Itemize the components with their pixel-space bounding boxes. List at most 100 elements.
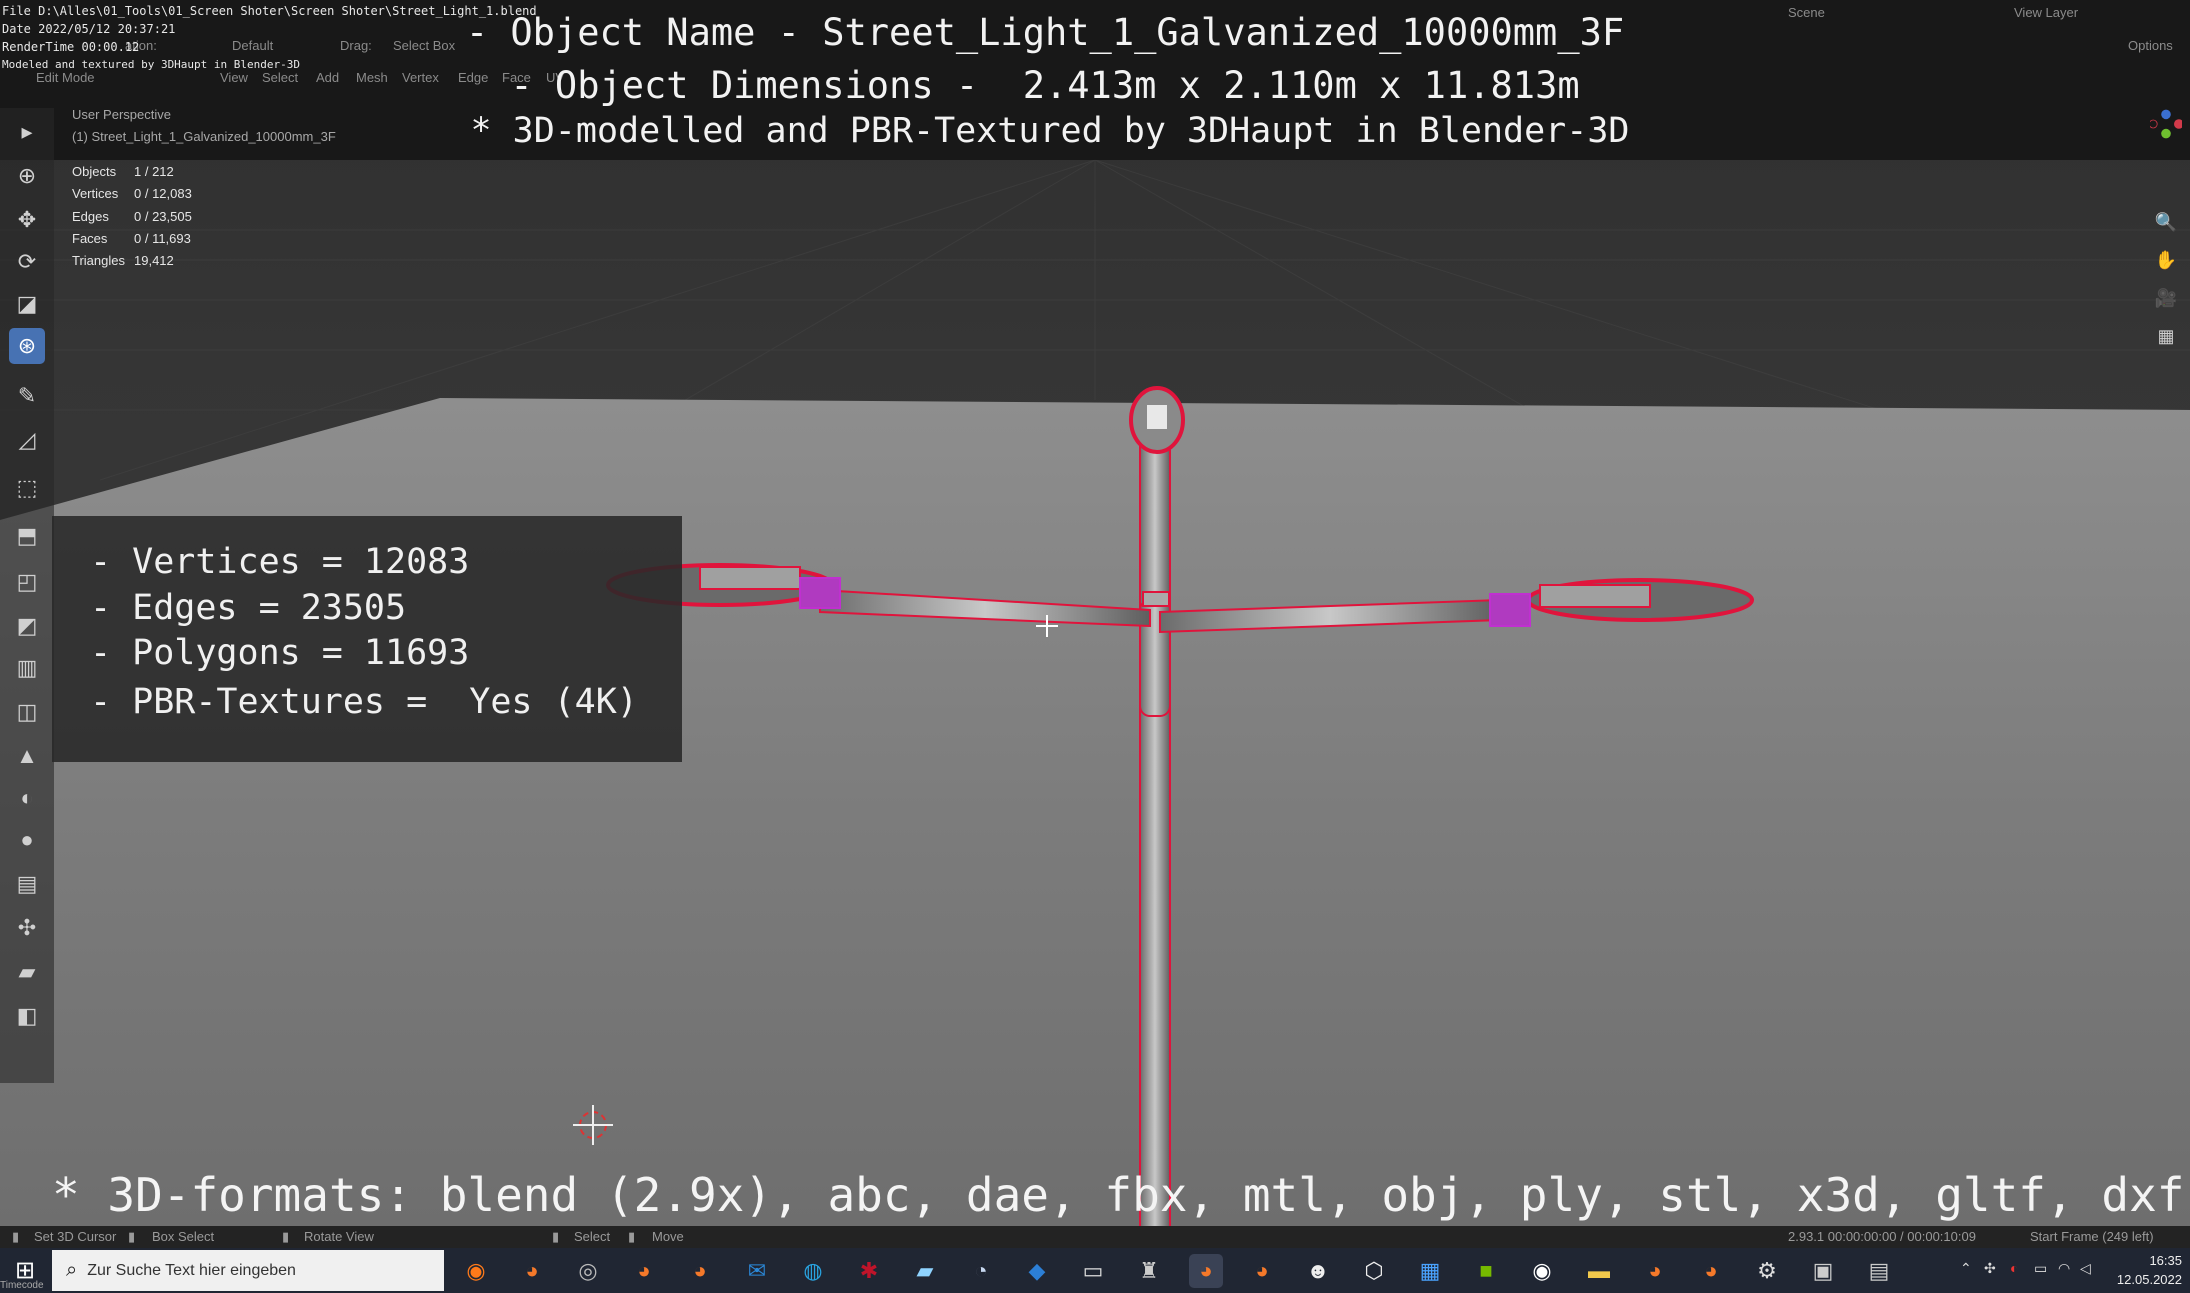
- stat-row: Triangles 19,412: [72, 250, 192, 272]
- mouse-move-icon: ▮: [628, 1229, 636, 1244]
- zoom-icon[interactable]: 🔍: [2150, 206, 2182, 238]
- rotate-tool-icon[interactable]: ⟳: [9, 244, 45, 280]
- transform-tool-icon[interactable]: ⊛: [9, 328, 45, 364]
- stat-row: Edges 0 / 23,505: [72, 206, 192, 228]
- calendar-icon[interactable]: ▦: [1413, 1254, 1447, 1288]
- stat-value: 0 / 12,083: [134, 186, 192, 202]
- textures-line: - PBR-Textures = Yes (4K): [90, 682, 638, 722]
- steam-like-icon[interactable]: ◎: [571, 1254, 605, 1288]
- loop-cut-tool-icon[interactable]: ▥: [9, 650, 45, 686]
- frame-info: Start Frame (249 left): [2030, 1229, 2154, 1244]
- add-cube-tool-icon[interactable]: ⬚: [9, 470, 45, 506]
- annotate-tool-icon[interactable]: ✎: [9, 378, 45, 414]
- stats-overlay: Objects 1 / 212 Vertices 0 / 12,083 Edges 0…: [72, 161, 192, 272]
- smooth-tool-icon[interactable]: ●: [9, 822, 45, 858]
- blender-icon[interactable]: ◕: [1694, 1254, 1728, 1288]
- stat-row: Faces 0 / 11,693: [72, 228, 192, 250]
- edge-browser-icon[interactable]: ◍: [796, 1254, 830, 1288]
- clock[interactable]: 16:35 12.05.2022: [2117, 1251, 2182, 1289]
- stat-value: 0 / 11,693: [134, 230, 191, 246]
- obs-icon[interactable]: ◉: [1525, 1254, 1559, 1288]
- ortho-grid-icon[interactable]: ▦: [2150, 320, 2182, 352]
- active-object-label: (1) Street_Light_1_Galvanized_10000mm_3F: [72, 129, 336, 144]
- mouse-right-icon: ▮: [552, 1229, 560, 1244]
- mouse-left-icon: ▮: [12, 1229, 20, 1244]
- hint-set-cursor: Set 3D Cursor: [34, 1229, 117, 1244]
- terminal-icon[interactable]: ▭: [1076, 1254, 1110, 1288]
- blender-icon[interactable]: ◕: [683, 1254, 717, 1288]
- blender-icon[interactable]: ◕: [1189, 1254, 1223, 1288]
- navigation-gizmo: 🔍 ✋ 🎥 ▦: [2130, 100, 2190, 360]
- stat-row: Vertices 0 / 12,083: [72, 183, 192, 205]
- chevron-up-icon[interactable]: ⌃: [1960, 1260, 1972, 1277]
- stat-value: 0 / 23,505: [134, 208, 192, 224]
- blender-icon[interactable]: ◕: [515, 1254, 549, 1288]
- hint-rotate-view: Rotate View: [304, 1229, 374, 1244]
- document-icon[interactable]: ▤: [1862, 1254, 1896, 1288]
- axis-gizmo-icon[interactable]: [2150, 108, 2182, 140]
- game-icon[interactable]: ♜: [1132, 1254, 1166, 1288]
- wifi-icon[interactable]: ◠: [2058, 1260, 2070, 1277]
- hint-move: Move: [652, 1229, 684, 1244]
- extrude-tool-icon[interactable]: ⬒: [9, 518, 45, 554]
- paint-icon[interactable]: ◔: [964, 1254, 998, 1288]
- stat-label: Vertices: [72, 186, 119, 202]
- panda-icon[interactable]: ☻: [1301, 1254, 1335, 1288]
- search-icon: ⌕: [66, 1259, 78, 1281]
- viewport-info: User Perspective (1) Street_Light_1_Galv…: [72, 104, 336, 148]
- shrink-tool-icon[interactable]: ✣: [9, 910, 45, 946]
- clock-time: 16:35: [2149, 1253, 2182, 1268]
- system-tray: ⌃ ✣ ◐ ▭ ◠ ◁ 16:35 12.05.2022: [1960, 1248, 2190, 1293]
- select-tool-icon[interactable]: ▸: [9, 114, 45, 150]
- red-app-icon[interactable]: ✱: [852, 1254, 886, 1288]
- network-app-icon[interactable]: ▣: [1806, 1254, 1840, 1288]
- rip-tool-icon[interactable]: ◧: [9, 998, 45, 1034]
- perspective-label: User Perspective: [72, 107, 171, 122]
- clock-date: 12.05.2022: [2116, 1272, 2182, 1287]
- timecode-label: Timecode: [0, 1280, 44, 1291]
- antivirus-icon[interactable]: ◐: [2010, 1260, 2018, 1276]
- nvidia-icon[interactable]: ■: [1469, 1254, 1503, 1288]
- version-info: 2.93.1 00:00:00:00 / 00:00:10:09: [1788, 1229, 1976, 1244]
- firefox-icon[interactable]: ◉: [459, 1254, 493, 1288]
- edge-slide-tool-icon[interactable]: ▤: [9, 866, 45, 902]
- stat-row: Objects 1 / 212: [72, 161, 192, 183]
- poly-build-tool-icon[interactable]: ▲: [9, 738, 45, 774]
- mouse-drag-icon: ▮: [128, 1229, 136, 1244]
- battery-icon[interactable]: ▭: [2034, 1260, 2047, 1277]
- notes-icon[interactable]: ▰: [908, 1254, 942, 1288]
- mail-icon[interactable]: ✉: [740, 1254, 774, 1288]
- knife-tool-icon[interactable]: ◫: [9, 694, 45, 730]
- stat-label: Edges: [72, 208, 109, 224]
- taskbar-search-input[interactable]: ⌕ Zur Suche Text hier eingeben: [52, 1250, 444, 1291]
- camera-view-icon[interactable]: 🎥: [2150, 282, 2182, 314]
- shear-tool-icon[interactable]: ▰: [9, 954, 45, 990]
- move-tool-icon[interactable]: ✥: [9, 202, 45, 238]
- mesh-info-box: - Vertices = 12083 - Edges = 23505 - Pol…: [52, 516, 682, 762]
- cube-icon[interactable]: ⬡: [1357, 1254, 1391, 1288]
- folder-icon[interactable]: ▬: [1582, 1254, 1616, 1288]
- formats-overlay: * 3D-formats: blend (2.9x), abc, dae, fb…: [52, 1168, 2185, 1222]
- inset-tool-icon[interactable]: ◰: [9, 564, 45, 600]
- pan-hand-icon[interactable]: ✋: [2150, 244, 2182, 276]
- store-icon[interactable]: ◆: [1020, 1254, 1054, 1288]
- blender-icon[interactable]: ◕: [1245, 1254, 1279, 1288]
- hint-box-select: Box Select: [152, 1229, 215, 1244]
- hint-select: Select: [574, 1229, 611, 1244]
- cursor-tool-icon[interactable]: ⊕: [9, 158, 45, 194]
- blender-icon[interactable]: ◕: [627, 1254, 661, 1288]
- spin-tool-icon[interactable]: ◐: [9, 780, 45, 816]
- blender-icon[interactable]: ◕: [1638, 1254, 1672, 1288]
- stat-label: Triangles: [72, 253, 125, 269]
- object-name-line: - Object Name - Street_Light_1_Galvanize…: [465, 11, 1625, 54]
- volume-icon[interactable]: ◁: [2080, 1260, 2091, 1277]
- vertices-line: - Vertices = 12083: [90, 542, 470, 582]
- network-icon[interactable]: ✣: [1984, 1260, 1996, 1277]
- bevel-tool-icon[interactable]: ◩: [9, 608, 45, 644]
- settings-gear-icon[interactable]: ⚙: [1750, 1254, 1784, 1288]
- tool-shelf: ▸ ⊕ ✥ ⟳ ◪ ⊛ ✎ ◿ ⬚ ⬒ ◰ ◩ ▥ ◫ ▲ ◐ ● ▤ ✣ ▰ …: [0, 108, 54, 1083]
- scale-tool-icon[interactable]: ◪: [9, 286, 45, 322]
- search-placeholder: Zur Suche Text hier eingeben: [87, 1261, 296, 1279]
- measure-tool-icon[interactable]: ◿: [9, 422, 45, 458]
- stat-value: 1 / 212: [134, 164, 174, 179]
